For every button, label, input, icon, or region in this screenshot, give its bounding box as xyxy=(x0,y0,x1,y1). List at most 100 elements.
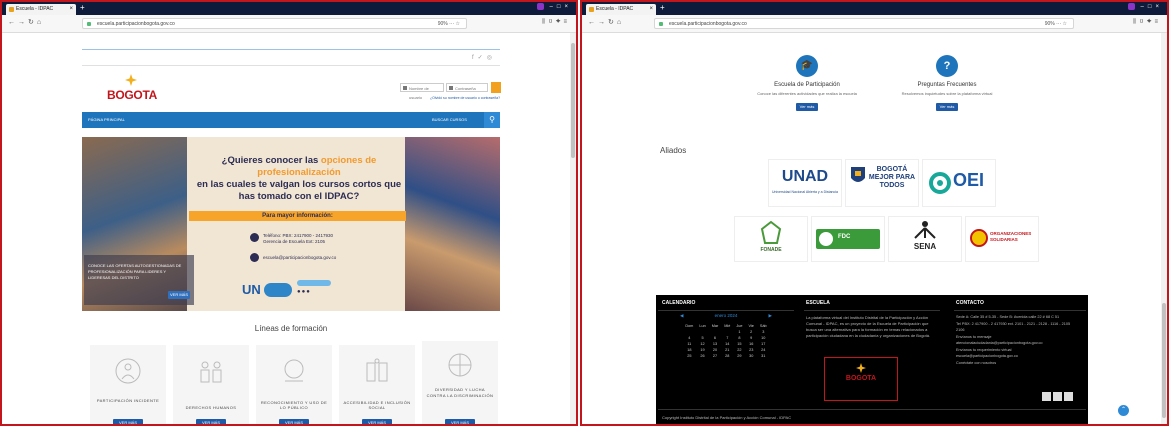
scrollbar[interactable] xyxy=(570,33,576,424)
menu-icon[interactable]: ≡ xyxy=(1154,19,1161,25)
day[interactable]: 29 xyxy=(733,353,745,359)
ally-fdc[interactable]: FDC xyxy=(811,216,885,262)
close-window-icon[interactable]: × xyxy=(1155,4,1163,10)
twitter-icon[interactable]: ✓ xyxy=(478,55,487,61)
ally-fonade[interactable]: FONADE xyxy=(734,216,808,262)
url-bar[interactable]: escuela.participacionbogota.gov.co 90% ·… xyxy=(82,18,467,29)
calendar: ◀ enero 2024 ▶ Dom Lun Mar Mié Jue Vie S… xyxy=(660,313,792,359)
nav-home-link[interactable]: PÁGINA PRINCIPAL xyxy=(88,117,125,122)
ally-unad[interactable]: UNAD Universidad Nacional Abierta y a Di… xyxy=(768,159,842,207)
bogota-logo[interactable]: BOGOTA xyxy=(107,74,157,102)
url-bar[interactable]: escuela.participacionbogota.gov.co 90% ·… xyxy=(654,18,1074,29)
fonade-logo-icon xyxy=(760,220,782,244)
day[interactable]: 30 xyxy=(745,353,756,359)
card-derechos-humanos[interactable]: DERECHOS HUMANOS VER MÁS xyxy=(173,345,249,424)
footer-bogota-logo[interactable]: BOGOTA xyxy=(824,357,898,401)
browser-window-left: Escuela - IDPAC × + –□× ←→↻⌂ escuela.par… xyxy=(0,0,578,426)
sidebar-icon[interactable]: ▯ xyxy=(548,19,556,25)
close-tab-icon[interactable]: × xyxy=(69,4,73,15)
sidebar-icon[interactable]: ▯ xyxy=(1139,19,1147,25)
menu-icon[interactable]: ≡ xyxy=(563,19,570,25)
close-window-icon[interactable]: × xyxy=(564,4,572,10)
password-field[interactable]: Contraseña xyxy=(446,83,488,92)
card-participacion[interactable]: PARTICIPACIÓN INCIDENTE VER MÁS xyxy=(90,345,166,424)
minimize-icon[interactable]: – xyxy=(550,4,557,10)
home-icon[interactable]: ⌂ xyxy=(617,19,624,26)
browser-tab[interactable]: Escuela - IDPAC × xyxy=(586,4,656,15)
close-tab-icon[interactable]: × xyxy=(649,4,653,15)
card-label: DERECHOS HUMANOS xyxy=(185,405,237,410)
search-icon[interactable]: ⚲ xyxy=(484,112,500,128)
email-text: escuela@participacionbogota.gov.co xyxy=(263,255,337,260)
reload-icon[interactable]: ↻ xyxy=(28,19,37,26)
scroll-to-top-icon[interactable]: ⌃ xyxy=(1118,405,1129,416)
new-tab-icon[interactable]: + xyxy=(80,3,85,12)
globe-icon xyxy=(284,359,304,382)
ally-oei[interactable]: OEI xyxy=(922,159,996,207)
home-icon[interactable]: ⌂ xyxy=(37,19,44,26)
instagram-icon[interactable] xyxy=(1064,392,1073,401)
day[interactable]: 31 xyxy=(757,353,770,359)
phone-text-2: Gerencia de Escuela Ext: 2105 xyxy=(263,239,326,244)
toolbar-icons: ⫼▯✦≡ xyxy=(542,19,570,26)
unad-logo-banner: UN xyxy=(242,282,261,297)
site-footer: CALENDARIO ◀ enero 2024 ▶ Dom Lun Mar Mi… xyxy=(656,295,1088,424)
card-button[interactable]: VER MÁS xyxy=(196,419,226,424)
card-diversidad[interactable]: DIVERSIDAD Y LUCHA CONTRA LA DISCRIMINAC… xyxy=(422,341,498,424)
browser-window-right: Escuela - IDPAC × + –□× ←→↻⌂ escuela.par… xyxy=(580,0,1169,426)
card-button[interactable]: VER MÁS xyxy=(113,419,143,424)
twitter-icon[interactable] xyxy=(1053,392,1062,401)
ally-bogota-mejor[interactable]: BOGOTÁ MEJOR PARA TODOS xyxy=(845,159,919,207)
day[interactable]: 26 xyxy=(696,353,708,359)
reload-icon[interactable]: ↻ xyxy=(608,19,617,26)
participacion-icon xyxy=(115,358,141,384)
cards-row: PARTICIPACIÓN INCIDENTE VER MÁS DERECHOS… xyxy=(90,341,500,424)
hero-banner[interactable]: ¿Quieres conocer las opciones de profesi… xyxy=(82,137,500,311)
ally-organizaciones-solidarias[interactable]: ORGANIZACIONES SOLIDARIAS xyxy=(965,216,1039,262)
day[interactable]: 28 xyxy=(721,353,733,359)
browser-tab[interactable]: Escuela - IDPAC × xyxy=(6,4,76,15)
inclusion-icon xyxy=(366,358,388,382)
login-button[interactable] xyxy=(491,82,501,93)
header-divider xyxy=(82,65,500,66)
scrollbar[interactable] xyxy=(1161,33,1167,424)
profile-icon[interactable] xyxy=(536,3,544,10)
ally-sena[interactable]: SENA xyxy=(888,216,962,262)
calendar-next-icon[interactable]: ▶ xyxy=(769,313,772,319)
day[interactable]: 25 xyxy=(682,353,696,359)
instagram-icon[interactable]: ◎ xyxy=(487,55,496,61)
contact-info: Sede A: Calle 35 # 5-35 - Sede B: Avenid… xyxy=(956,314,1084,366)
scrollbar-thumb[interactable] xyxy=(571,43,575,158)
contact-phone: Tel PBX: 2 417900 - 2 417930 ext. 2101 -… xyxy=(956,321,1071,326)
forward-icon[interactable]: → xyxy=(18,19,28,26)
day[interactable]: 27 xyxy=(709,353,722,359)
card-button[interactable]: VER MÁS xyxy=(362,419,392,424)
card-accesibilidad[interactable]: ACCESIBILIDAD E INCLUSIÓN SOCIAL VER MÁS xyxy=(339,345,415,424)
forward-icon[interactable]: → xyxy=(598,19,608,26)
overlay-ver-mas-button[interactable]: VER MÁS xyxy=(168,291,190,299)
card-button[interactable]: VER MÁS xyxy=(279,419,309,424)
back-icon[interactable]: ← xyxy=(8,19,18,26)
facebook-icon[interactable] xyxy=(1042,392,1051,401)
zoom-level[interactable]: 90% xyxy=(438,21,448,27)
card-reconocimiento[interactable]: RECONOCIMIENTO Y USO DE LO PÚBLICO VER M… xyxy=(256,345,332,424)
favicon-icon xyxy=(589,7,594,12)
profile-icon[interactable] xyxy=(1127,3,1135,10)
feature-ver-mas-button[interactable]: Ver más xyxy=(796,103,818,111)
feature-ver-mas-button[interactable]: Ver más xyxy=(936,103,958,111)
scrollbar-thumb[interactable] xyxy=(1162,303,1166,418)
forgot-password-link[interactable]: ¿Olvidó su nombre de usuario o contraseñ… xyxy=(430,96,500,100)
minimize-icon[interactable]: – xyxy=(1141,4,1148,10)
username-field[interactable]: Nombre de usuario xyxy=(400,83,444,100)
calendar-prev-icon[interactable]: ◀ xyxy=(680,313,683,319)
window-controls: –□× xyxy=(1127,3,1163,10)
headline-part-2: en las cuales te valgan los cursos corto… xyxy=(196,179,402,190)
card-button[interactable]: VER MÁS xyxy=(445,419,475,424)
new-tab-icon[interactable]: + xyxy=(660,3,665,12)
zoom-level[interactable]: 90% xyxy=(1045,21,1055,27)
calendar-month[interactable]: enero 2024 xyxy=(715,313,738,318)
back-icon[interactable]: ← xyxy=(588,19,598,26)
tab-title: Escuela - IDPAC xyxy=(596,6,634,12)
card-label: RECONOCIMIENTO Y USO DE LO PÚBLICO xyxy=(260,400,328,410)
nav-search-link[interactable]: BUSCAR CURSOS xyxy=(432,117,467,122)
